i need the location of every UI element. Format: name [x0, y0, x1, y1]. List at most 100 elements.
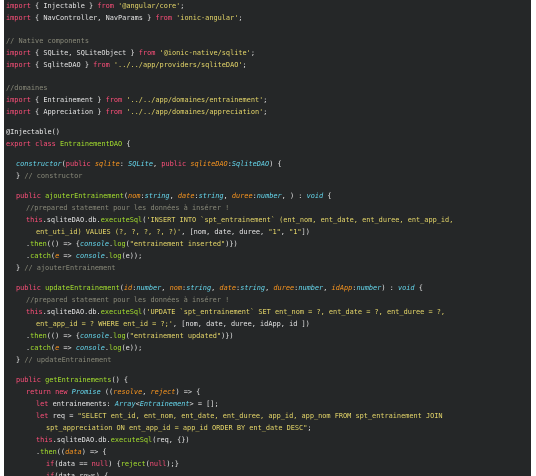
code-token: , [nom, date, duree, [181, 228, 269, 236]
code-token: ; [263, 108, 268, 116]
code-token: , ) : [281, 192, 307, 200]
code-line[interactable]: } // constructor [16, 170, 82, 182]
code-line[interactable]: if(data.rows) { [46, 470, 108, 476]
code-token: //prepared statement pour les données à … [26, 204, 230, 212]
code-token: "SELECT ent_id, ent_nom, ent_date, ent_d… [77, 412, 443, 420]
code-token: { SqliteDAO } [30, 61, 94, 69]
code-token: date [177, 192, 195, 200]
code-token: let [36, 412, 49, 420]
code-token: .sqliteDAO.db. [42, 216, 101, 224]
code-token: log [113, 332, 126, 340]
code-line[interactable]: let entrainements: Array<Entrainement> =… [36, 398, 219, 410]
code-token: executeSql [100, 308, 143, 316]
code-line[interactable]: .then((data) => { [36, 446, 107, 458]
code-line[interactable]: import { SqliteDAO } from '../../app/pro… [6, 59, 247, 71]
code-token: string [144, 192, 170, 200]
code-token: from [105, 108, 123, 116]
code-token: idApp [331, 284, 353, 292]
code-token: @Injectable() [6, 128, 60, 136]
code-token: { NavController, NavParams } [30, 14, 156, 22]
code-token: new [55, 388, 68, 396]
code-token: this [36, 436, 53, 444]
code-token: from [97, 2, 114, 10]
code-token: > = []; [189, 400, 219, 408]
code-token: ) { [269, 160, 282, 168]
code-token: { SQLite, SQLiteObject } [30, 49, 139, 57]
code-token: duree [231, 192, 253, 200]
code-token: public [16, 284, 41, 292]
code-token: this [26, 308, 43, 316]
code-line[interactable]: let req = "SELECT ent_id, ent_nom, ent_d… [36, 410, 443, 422]
code-line[interactable]: return new Promise ((resolve, reject) =>… [26, 386, 200, 398]
code-line[interactable]: import { Entrainement } from '../../app/… [6, 94, 267, 106]
code-line[interactable]: constructor(public sqlite: SQLite, publi… [16, 158, 282, 170]
code-line[interactable]: export class EntrainementDAO { [6, 138, 131, 150]
code-line[interactable]: public ajouterEntrainement(nom:string, d… [16, 190, 332, 202]
code-token: ; [238, 14, 243, 22]
code-line[interactable]: } // updateEntrainement [16, 354, 111, 366]
code-line[interactable]: import { SQLite, SQLiteObject } from '@i… [6, 47, 255, 59]
code-line[interactable]: //domaines [6, 82, 48, 94]
code-line[interactable]: ent_uti_id) VALUES (?, ?, ?, ?, ?)', [no… [36, 226, 310, 238]
code-token: ; [180, 2, 185, 10]
code-line[interactable]: //prepared statement pour les données à … [26, 202, 229, 214]
code-line[interactable]: this.sqliteDAO.db.executeSql('UPDATE `sp… [26, 306, 445, 318]
code-token: catch [30, 344, 51, 352]
code-token: (data == [54, 460, 92, 468]
code-token: "entrainement inserted" [129, 240, 226, 248]
code-line[interactable]: import { Injectable } from '@angular/cor… [6, 0, 184, 12]
code-token: let [36, 400, 49, 408]
code-token: // updateEntrainement [24, 356, 112, 364]
code-token: 'ionic-angular' [176, 14, 239, 22]
code-token: { Appreciation } [30, 108, 106, 116]
code-token: Array [114, 400, 136, 408]
code-token: .sqliteDAO.db. [42, 308, 101, 316]
code-token: nom [169, 284, 183, 292]
code-token: void [306, 192, 324, 200]
code-token: , [161, 284, 170, 292]
code-token: executeSql [100, 216, 143, 224]
code-token: reject [120, 460, 146, 468]
code-editor[interactable]: import { Injectable } from '@angular/cor… [4, 0, 531, 476]
code-token: // ajouterEntrainement [24, 264, 116, 272]
code-token: ; [250, 49, 255, 57]
code-token: '../../app/domaines/entrainement' [126, 96, 264, 104]
code-token: public [16, 376, 41, 384]
code-token: nom [128, 192, 141, 200]
code-token: //domaines [6, 84, 48, 92]
code-token: Promise [71, 388, 101, 396]
code-line[interactable]: this.sqliteDAO.db.executeSql(req, {}) [36, 434, 190, 446]
code-line[interactable]: ent_app_id = ? WHERE ent_id = ?;', [nom,… [36, 318, 310, 330]
code-line[interactable]: // Native components [6, 35, 89, 47]
code-token: catch [30, 252, 51, 260]
code-token: (e)); [121, 344, 143, 352]
code-token: class [35, 140, 56, 148]
code-line[interactable]: .then(() => {console.log("entrainement u… [26, 330, 234, 342]
code-line[interactable]: this.sqliteDAO.db.executeSql('INSERT INT… [26, 214, 453, 226]
code-line[interactable]: import { NavController, NavParams } from… [6, 12, 243, 24]
code-token: then [30, 240, 47, 248]
code-line[interactable]: import { Appreciation } from '../../app/… [6, 106, 267, 118]
code-token: .sqliteDAO.db. [52, 436, 111, 444]
code-line[interactable]: public getEntrainements() { [16, 374, 128, 386]
code-token: log [109, 344, 122, 352]
code-token: ; [307, 424, 312, 432]
code-line[interactable]: .catch(e => console.log(e)); [26, 342, 142, 354]
code-token: '../../app/domaines/appreciation' [126, 108, 264, 116]
code-line[interactable]: //prepared statement pour les données à … [26, 294, 229, 306]
code-line[interactable]: if(data == null) {reject(null);} [46, 458, 179, 470]
code-line[interactable]: .catch(e => console.log(e)); [26, 250, 142, 262]
code-token: constructor [16, 160, 62, 168]
code-line[interactable]: spt_appreciation ON ent_app_id = app_id … [46, 422, 312, 434]
code-token: , [142, 388, 151, 396]
code-token: export [6, 140, 31, 148]
code-token: => [59, 252, 76, 260]
code-token: duree [273, 284, 295, 292]
code-line[interactable]: .then(() => {console.log("entrainement i… [26, 238, 238, 250]
code-token: "1" [268, 228, 281, 236]
code-line[interactable]: } // ajouterEntrainement [16, 262, 116, 274]
code-line[interactable]: @Injectable() [6, 126, 60, 138]
code-line[interactable]: public updateEntrainement(id:number, nom… [16, 282, 423, 294]
code-token: )}) [221, 332, 234, 340]
code-token: string [186, 284, 212, 292]
